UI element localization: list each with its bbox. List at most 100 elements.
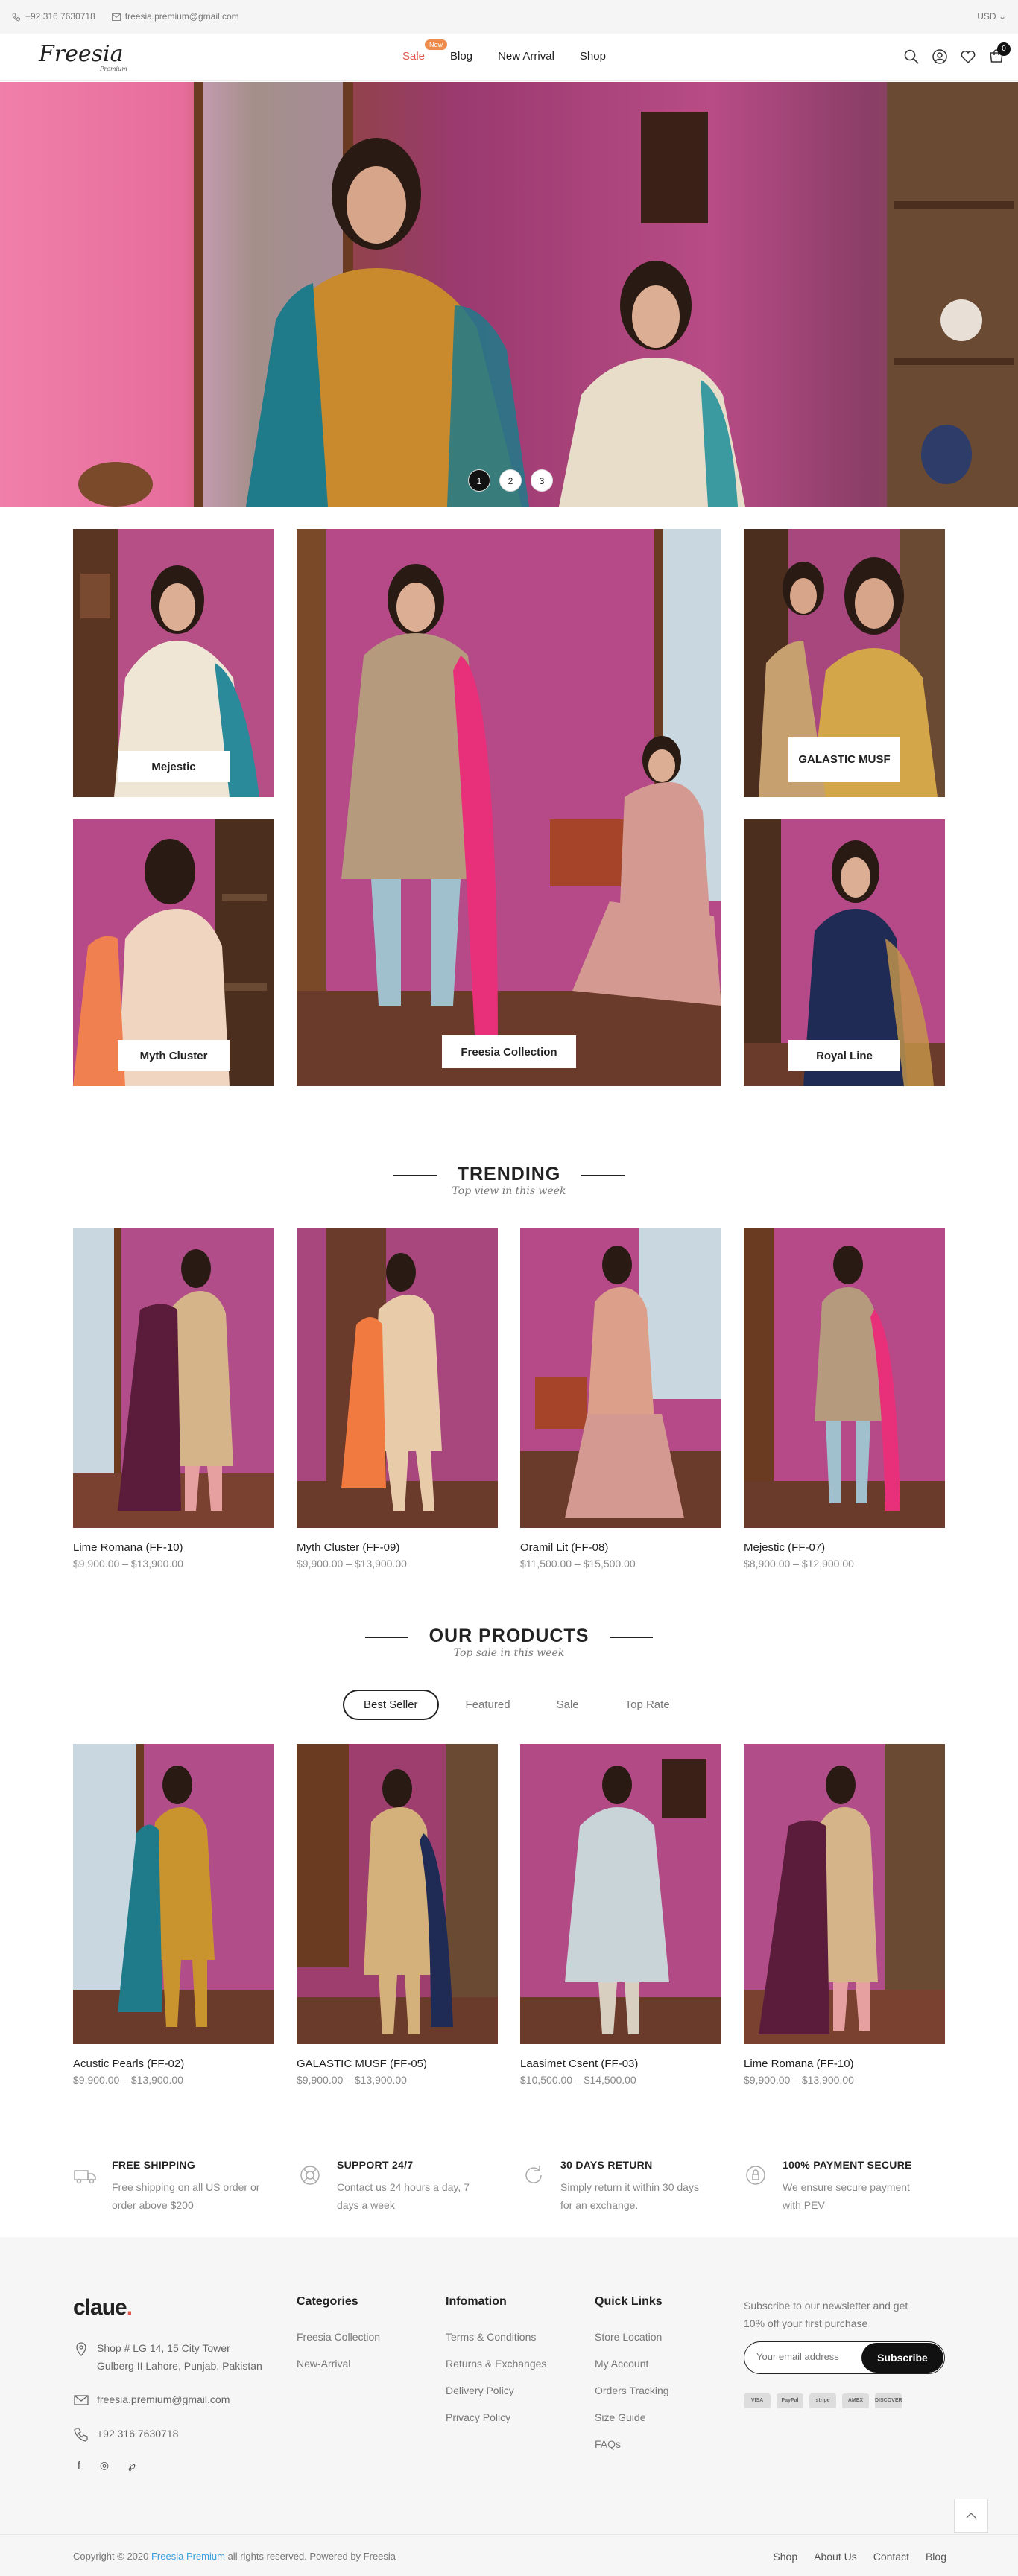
product-name[interactable]: GALASTIC MUSF (FF-05): [297, 2058, 498, 2070]
hero-image: [0, 82, 1018, 507]
product-name[interactable]: Lime Romana (FF-10): [744, 2058, 945, 2070]
product-name[interactable]: Lime Romana (FF-10): [73, 1541, 274, 1554]
newsletter-email-input[interactable]: [756, 2351, 861, 2362]
product-name[interactable]: Myth Cluster (FF-09): [297, 1541, 498, 1554]
category-freesia-collection[interactable]: Freesia Collection: [297, 529, 721, 1086]
product-name[interactable]: Mejestic (FF-07): [744, 1541, 945, 1554]
newsletter-text-line1: Subscribe to our newsletter and get: [744, 2300, 908, 2312]
product-price: $9,900.00 – $13,900.00: [73, 1558, 183, 1570]
product-card[interactable]: Laasimet Csent (FF-03) $10,500.00 – $14,…: [520, 1744, 721, 2086]
footer-link[interactable]: Orders Tracking: [595, 2385, 669, 2396]
top-phone[interactable]: +92 316 7630718: [12, 11, 95, 22]
feature-text-line1: Simply return it within 30 days: [560, 2181, 699, 2193]
bottom-link-blog[interactable]: Blog: [926, 2551, 946, 2563]
hero-slider[interactable]: 1 2 3: [0, 82, 1018, 507]
bottom-link-shop[interactable]: Shop: [773, 2551, 797, 2563]
footer-logo-text: claue: [73, 2295, 127, 2320]
product-image[interactable]: [744, 1744, 945, 2044]
footer-address: Shop # LG 14, 15 City Tower Gulberg II La…: [73, 2339, 262, 2375]
instagram-icon[interactable]: ◎: [100, 2459, 109, 2472]
currency-select[interactable]: USD ⌄: [977, 11, 1006, 22]
footer-link[interactable]: New-Arrival: [297, 2358, 380, 2370]
facebook-icon[interactable]: f: [78, 2459, 80, 2472]
feature-text-line1: Contact us 24 hours a day, 7: [337, 2181, 470, 2193]
feature-text-line2: days a week: [337, 2199, 395, 2211]
product-card[interactable]: Lime Romana (FF-10) $9,900.00 – $13,900.…: [73, 1228, 274, 1570]
tab-sale[interactable]: Sale: [537, 1691, 598, 1719]
footer-link[interactable]: Size Guide: [595, 2411, 669, 2423]
product-image[interactable]: [520, 1744, 721, 2044]
footer-link[interactable]: Terms & Conditions: [446, 2331, 546, 2343]
subscribe-button[interactable]: Subscribe: [861, 2343, 943, 2373]
product-image[interactable]: [297, 1228, 498, 1528]
chevron-up-icon: [966, 2513, 976, 2519]
product-name[interactable]: Acustic Pearls (FF-02): [73, 2058, 274, 2070]
product-card[interactable]: Lime Romana (FF-10) $9,900.00 – $13,900.…: [744, 1744, 945, 2086]
footer-link[interactable]: Freesia Collection: [297, 2331, 380, 2343]
footer-logo[interactable]: claue.: [73, 2295, 133, 2320]
tab-featured[interactable]: Featured: [446, 1691, 530, 1719]
heart-icon[interactable]: [960, 48, 976, 65]
product-image[interactable]: [73, 1744, 274, 2044]
bottom-link-contact[interactable]: Contact: [873, 2551, 909, 2563]
user-icon[interactable]: [932, 48, 948, 65]
copyright-link[interactable]: Freesia Premium: [151, 2551, 225, 2562]
nav-new-arrival[interactable]: New Arrival: [498, 50, 554, 63]
nav-shop[interactable]: Shop: [580, 50, 606, 63]
product-image[interactable]: [520, 1228, 721, 1528]
product-tabs: Best Seller Featured Sale Top Rate: [343, 1690, 697, 1720]
feature-title: 30 DAYS RETURN: [560, 2159, 653, 2171]
footer-phone[interactable]: +92 316 7630718: [73, 2425, 178, 2443]
footer-col-title: Categories: [297, 2295, 358, 2308]
bottom-link-about[interactable]: About Us: [814, 2551, 857, 2563]
category-label: Mejestic: [118, 751, 230, 782]
product-card[interactable]: Mejestic (FF-07) $8,900.00 – $12,900.00: [744, 1228, 945, 1570]
site-footer: claue. Shop # LG 14, 15 City Tower Gulber…: [0, 2237, 1018, 2576]
nav-blog[interactable]: Blog: [450, 50, 472, 63]
our-products-section-title: OUR PRODUCTS Top sale in this week: [0, 1625, 1018, 1659]
pinterest-icon[interactable]: ℘: [128, 2459, 136, 2472]
category-royal-line[interactable]: Royal Line: [744, 819, 945, 1086]
footer-link[interactable]: Store Location: [595, 2331, 669, 2343]
tab-best-seller[interactable]: Best Seller: [343, 1690, 439, 1720]
shield-icon: [746, 2166, 765, 2185]
feature-text: We ensure secure payment with PEV: [783, 2178, 960, 2214]
product-card[interactable]: Myth Cluster (FF-09) $9,900.00 – $13,900…: [297, 1228, 498, 1570]
footer-quick-links: Quick Links Store Location My Account Or…: [595, 2295, 669, 2465]
nav-sale[interactable]: Sale New: [402, 39, 448, 63]
product-card[interactable]: GALASTIC MUSF (FF-05) $9,900.00 – $13,90…: [297, 1744, 498, 2086]
slide-dot-3[interactable]: 3: [531, 469, 553, 492]
product-card[interactable]: Oramil Lit (FF-08) $11,500.00 – $15,500.…: [520, 1228, 721, 1570]
footer-link[interactable]: Privacy Policy: [446, 2411, 546, 2423]
product-image[interactable]: [297, 1744, 498, 2044]
product-name[interactable]: Laasimet Csent (FF-03): [520, 2058, 721, 2070]
product-name[interactable]: Oramil Lit (FF-08): [520, 1541, 721, 1554]
footer-link[interactable]: FAQs: [595, 2438, 669, 2450]
footer-email[interactable]: freesia.premium@gmail.com: [73, 2391, 230, 2408]
product-card[interactable]: Acustic Pearls (FF-02) $9,900.00 – $13,9…: [73, 1744, 274, 2086]
tab-top-rate[interactable]: Top Rate: [606, 1691, 689, 1719]
footer-link[interactable]: My Account: [595, 2358, 669, 2370]
cart-button[interactable]: 0: [988, 42, 1011, 69]
top-email[interactable]: freesia.premium@gmail.com: [111, 11, 239, 22]
product-price: $9,900.00 – $13,900.00: [297, 2074, 407, 2086]
main-nav: Sale New Blog New Arrival Shop: [402, 39, 606, 63]
back-to-top-button[interactable]: [954, 2499, 988, 2533]
category-galastic-musf[interactable]: GALASTIC MUSF: [744, 529, 945, 797]
site-header: Freesia Premium Sale New Blog New Arrival …: [0, 34, 1018, 81]
footer-link[interactable]: Delivery Policy: [446, 2385, 546, 2396]
category-label: Freesia Collection: [442, 1035, 576, 1068]
slide-dot-2[interactable]: 2: [499, 469, 522, 492]
address-line1: Shop # LG 14, 15 City Tower: [97, 2342, 230, 2354]
amex-icon: AMEX: [842, 2393, 869, 2408]
currency-label: USD: [977, 11, 996, 22]
product-image[interactable]: [73, 1228, 274, 1528]
product-image[interactable]: [744, 1228, 945, 1528]
footer-link[interactable]: Returns & Exchanges: [446, 2358, 546, 2370]
logo[interactable]: Freesia Premium: [39, 41, 128, 75]
category-mejestic[interactable]: Mejestic: [73, 529, 274, 797]
social-links: f ◎ ℘: [78, 2459, 136, 2472]
search-icon[interactable]: [903, 48, 920, 65]
slide-dot-1[interactable]: 1: [468, 469, 490, 492]
category-myth-cluster[interactable]: Myth Cluster: [73, 819, 274, 1086]
